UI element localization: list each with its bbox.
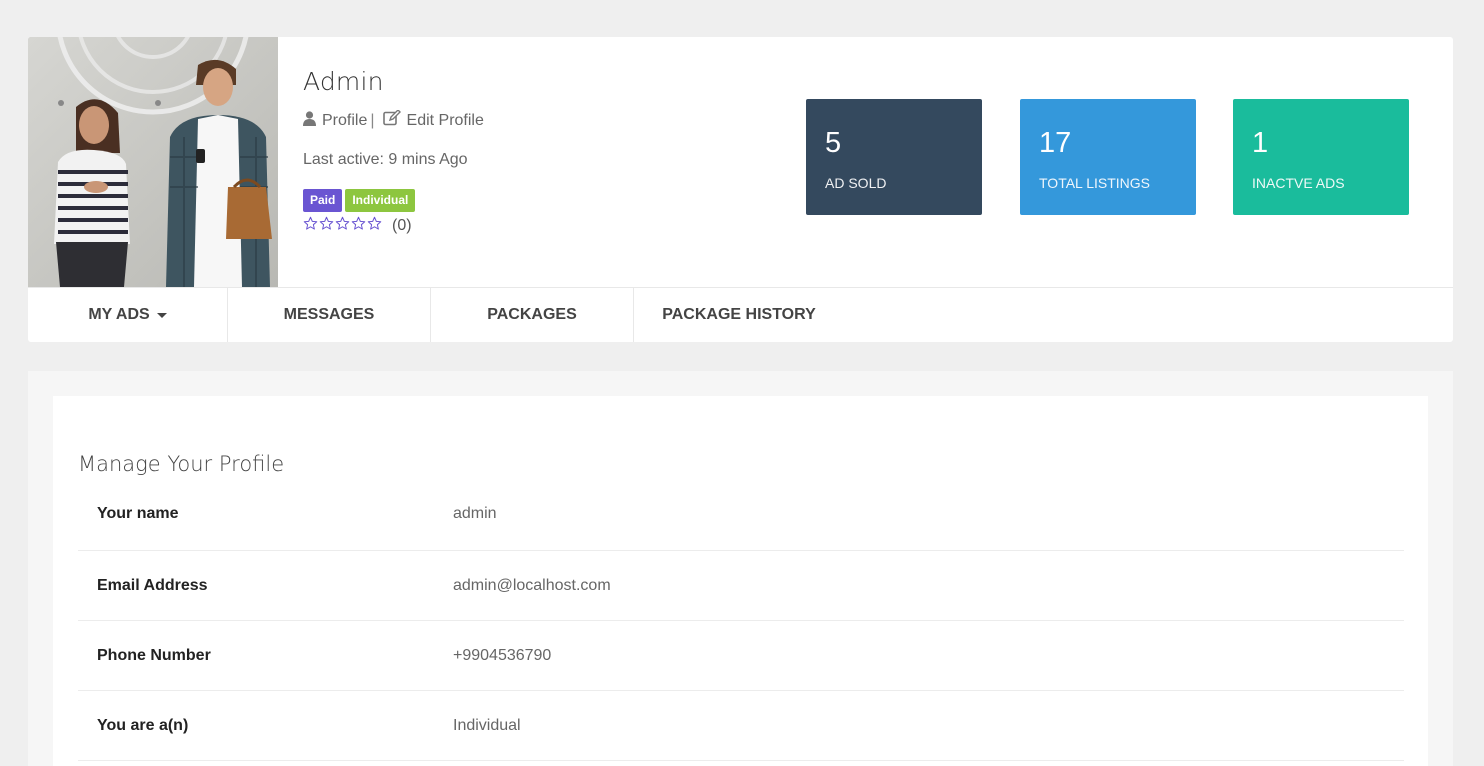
tab-package-history[interactable]: PACKAGE HISTORY: [634, 288, 844, 342]
star-icon: [335, 216, 350, 236]
tab-messages[interactable]: MESSAGES: [228, 288, 431, 342]
avatar: [28, 37, 278, 287]
user-icon: [303, 110, 316, 131]
detail-value: +9904536790: [453, 646, 552, 664]
tab-my-ads[interactable]: MY ADS: [28, 288, 228, 342]
detail-label: Your name: [97, 505, 179, 522]
profile-info: Admin Profile | Edit Profile Last active…: [303, 67, 763, 236]
profile-links: Profile | Edit Profile: [303, 109, 763, 131]
individual-badge: Individual: [345, 189, 416, 212]
rating-count: (0): [392, 217, 412, 234]
tab-packages[interactable]: PACKAGES: [431, 288, 634, 342]
star-icon: [367, 216, 382, 236]
detail-row-type: You are a(n) Individual: [78, 691, 1404, 761]
avatar-photo: [28, 37, 278, 287]
caret-down-icon: [156, 312, 167, 318]
manage-profile-panel: Manage Your Profile Your name admin Emai…: [53, 396, 1428, 766]
detail-row-name: Your name admin: [78, 478, 1404, 551]
detail-row-email: Email Address admin@localhost.com: [78, 551, 1404, 621]
stat-inactive-ads: 1 INACTVE ADS: [1233, 99, 1409, 215]
stat-ad-sold-value: 5: [825, 127, 842, 159]
stat-inactive-ads-label: INACTVE ADS: [1252, 175, 1345, 191]
profile-details: Your name admin Email Address admin@loca…: [78, 478, 1404, 761]
last-active: Last active: 9 mins Ago: [303, 151, 468, 168]
stat-ad-sold: 5 AD SOLD: [806, 99, 982, 215]
stat-total-listings-label: TOTAL LISTINGS: [1039, 175, 1150, 191]
detail-label: You are a(n): [97, 716, 189, 734]
stat-total-listings-value: 17: [1039, 127, 1072, 159]
profile-tabs: MY ADS MESSAGES PACKAGES PACKAGE HISTORY: [28, 287, 1453, 342]
content-area: Manage Your Profile Your name admin Emai…: [28, 371, 1453, 766]
rating-stars: [303, 216, 382, 236]
profile-card: Admin Profile | Edit Profile Last active…: [28, 37, 1453, 342]
detail-label: Email Address: [97, 576, 208, 594]
stat-inactive-ads-value: 1: [1252, 127, 1269, 159]
stat-ad-sold-label: AD SOLD: [825, 175, 887, 191]
detail-value: admin@localhost.com: [453, 576, 611, 594]
tab-packages-label: PACKAGES: [487, 306, 577, 323]
star-icon: [303, 216, 318, 236]
tab-my-ads-label: MY ADS: [88, 306, 150, 323]
detail-label: Phone Number: [97, 646, 211, 664]
paid-badge: Paid: [303, 189, 343, 212]
tab-package-history-label: PACKAGE HISTORY: [662, 306, 816, 323]
badges: Paid Individual: [303, 189, 763, 212]
manage-profile-title: Manage Your Profile: [78, 452, 285, 476]
star-icon: [351, 216, 366, 236]
links-separator: |: [370, 111, 375, 129]
profile-link[interactable]: Profile: [322, 112, 367, 130]
stat-total-listings: 17 TOTAL LISTINGS: [1020, 99, 1196, 215]
edit-icon: [382, 109, 401, 131]
star-icon: [319, 216, 334, 236]
edit-profile-link[interactable]: Edit Profile: [407, 112, 484, 130]
profile-name: Admin: [303, 67, 384, 96]
detail-row-phone: Phone Number +9904536790: [78, 621, 1404, 691]
detail-value: Individual: [453, 716, 521, 734]
rating: (0): [303, 216, 763, 236]
detail-value: admin: [453, 505, 497, 522]
tab-messages-label: MESSAGES: [283, 306, 375, 323]
